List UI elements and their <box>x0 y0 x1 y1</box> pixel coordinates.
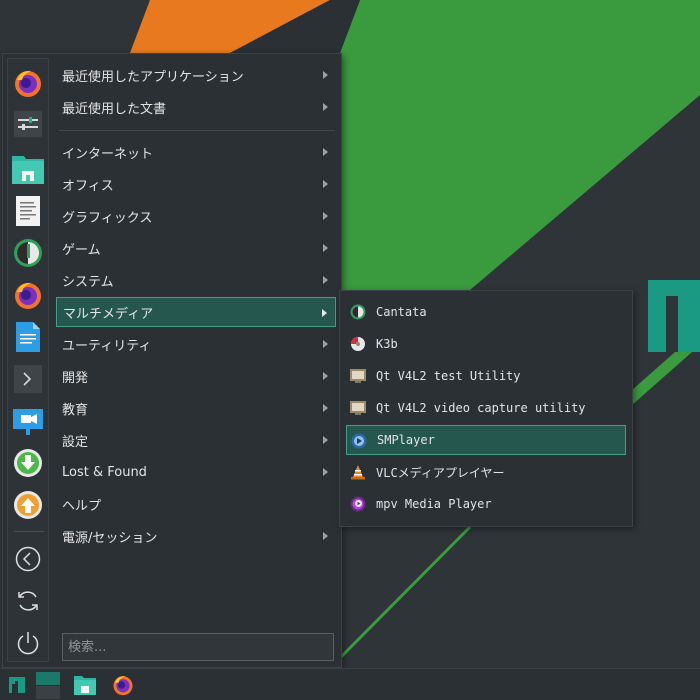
category-multimedia[interactable]: マルチメディア <box>56 297 336 327</box>
start-menu-button[interactable] <box>4 671 30 699</box>
category-label: ユーティリティ <box>62 338 152 354</box>
category-label: 開発 <box>62 370 89 386</box>
category-recent-documents[interactable]: 最近使用した文書 <box>56 92 336 122</box>
category-label: ゲーム <box>62 242 101 258</box>
category-label: 最近使用した文書 <box>62 101 167 117</box>
submenu-arrow-icon <box>323 244 328 252</box>
upload-icon[interactable] <box>12 489 44 521</box>
back-icon[interactable] <box>12 543 44 575</box>
submenu-arrow-icon <box>323 212 328 220</box>
category-graphics[interactable]: グラフィックス <box>56 201 336 231</box>
cantata-icon[interactable] <box>12 237 44 269</box>
submenu-arrow-icon <box>323 436 328 444</box>
app-label: Qt V4L2 video capture utility <box>376 401 586 415</box>
smplayer-icon <box>351 433 367 449</box>
firefox-icon <box>113 676 133 696</box>
category-system[interactable]: システム <box>56 265 336 295</box>
category-office[interactable]: オフィス <box>56 169 336 199</box>
category-label: 電源/セッション <box>62 530 158 546</box>
app-cantata[interactable]: Cantata <box>346 297 626 327</box>
favorites-bar <box>7 58 49 662</box>
submenu-arrow-icon <box>323 468 328 476</box>
manjaro-icon <box>9 677 25 693</box>
refresh-icon[interactable] <box>12 585 44 617</box>
manjaro-logo <box>648 280 700 352</box>
app-label: K3b <box>376 337 398 351</box>
app-label: Cantata <box>376 305 427 319</box>
category-label: 最近使用したアプリケーション <box>62 69 244 85</box>
app-label: VLCメディアプレイヤー <box>376 465 505 480</box>
firefox-launcher[interactable] <box>110 671 136 699</box>
app-qt-v4l2-test-utility[interactable]: Qt V4L2 test Utility <box>346 361 626 391</box>
category-lost-and-found[interactable]: Lost & Found <box>56 457 336 487</box>
category-label: システム <box>62 274 114 290</box>
terminal-icon[interactable] <box>12 363 44 395</box>
document-icon[interactable] <box>12 321 44 353</box>
category-settings[interactable]: 設定 <box>56 425 336 455</box>
application-menu: 最近使用したアプリケーション 最近使用した文書 インターネット オフィス グラフ… <box>2 53 342 668</box>
menu-separator <box>59 130 335 131</box>
power-icon[interactable] <box>12 627 44 659</box>
category-development[interactable]: 開発 <box>56 361 336 391</box>
cantata-icon <box>350 304 366 320</box>
app-k3b[interactable]: K3b <box>346 329 626 359</box>
app-vlc[interactable]: VLCメディアプレイヤー <box>346 457 626 487</box>
category-label: Lost & Found <box>62 464 147 480</box>
submenu-arrow-icon <box>323 148 328 156</box>
firefox-icon[interactable] <box>12 67 44 99</box>
submenu-arrow-icon <box>323 532 328 540</box>
presentation-icon[interactable] <box>12 405 44 437</box>
category-recent-applications[interactable]: 最近使用したアプリケーション <box>56 60 336 90</box>
firefox-icon[interactable] <box>12 279 44 311</box>
category-utilities[interactable]: ユーティリティ <box>56 329 336 359</box>
file-manager-icon <box>74 676 96 695</box>
mpv-icon <box>350 496 366 512</box>
app-qt-v4l2-video-capture[interactable]: Qt V4L2 video capture utility <box>346 393 626 423</box>
text-editor-icon[interactable] <box>12 195 44 227</box>
category-help[interactable]: ヘルプ <box>56 489 336 519</box>
app-mpv[interactable]: mpv Media Player <box>346 489 626 519</box>
submenu-arrow-icon <box>323 404 328 412</box>
category-label: マルチメディア <box>63 306 154 322</box>
submenu-arrow-icon <box>323 276 328 284</box>
category-games[interactable]: ゲーム <box>56 233 336 263</box>
favorites-separator <box>14 531 44 532</box>
workspace-switcher[interactable] <box>35 671 61 699</box>
file-manager-launcher[interactable] <box>72 671 98 699</box>
category-internet[interactable]: インターネット <box>56 137 336 167</box>
file-manager-icon[interactable] <box>12 153 44 185</box>
k3b-icon <box>350 336 366 352</box>
category-label: オフィス <box>62 178 114 194</box>
submenu-arrow-icon <box>323 103 328 111</box>
category-label: インターネット <box>62 146 154 162</box>
vlc-icon <box>350 464 366 480</box>
qvidcap-icon <box>350 400 366 416</box>
category-label: 設定 <box>62 434 89 450</box>
submenu-arrow-icon <box>323 340 328 348</box>
category-education[interactable]: 教育 <box>56 393 336 423</box>
qv4l2-icon <box>350 368 366 384</box>
category-label: ヘルプ <box>62 498 102 514</box>
submenu-arrow-icon <box>323 71 328 79</box>
app-label: mpv Media Player <box>376 497 492 511</box>
submenu-arrow-icon <box>322 309 327 317</box>
search-input[interactable] <box>62 633 334 661</box>
taskbar <box>0 668 700 700</box>
submenu-arrow-icon <box>323 372 328 380</box>
multimedia-submenu: Cantata K3b Qt V4L2 test Utility Qt V4L2… <box>339 290 633 527</box>
category-label: 教育 <box>62 402 89 418</box>
app-label: Qt V4L2 test Utility <box>376 369 521 383</box>
app-label: SMPlayer <box>377 433 435 447</box>
category-power-session[interactable]: 電源/セッション <box>56 521 336 551</box>
settings-manager-icon[interactable] <box>12 108 44 140</box>
app-smplayer[interactable]: SMPlayer <box>346 425 626 455</box>
submenu-arrow-icon <box>323 180 328 188</box>
download-icon[interactable] <box>12 447 44 479</box>
category-label: グラフィックス <box>62 210 153 226</box>
